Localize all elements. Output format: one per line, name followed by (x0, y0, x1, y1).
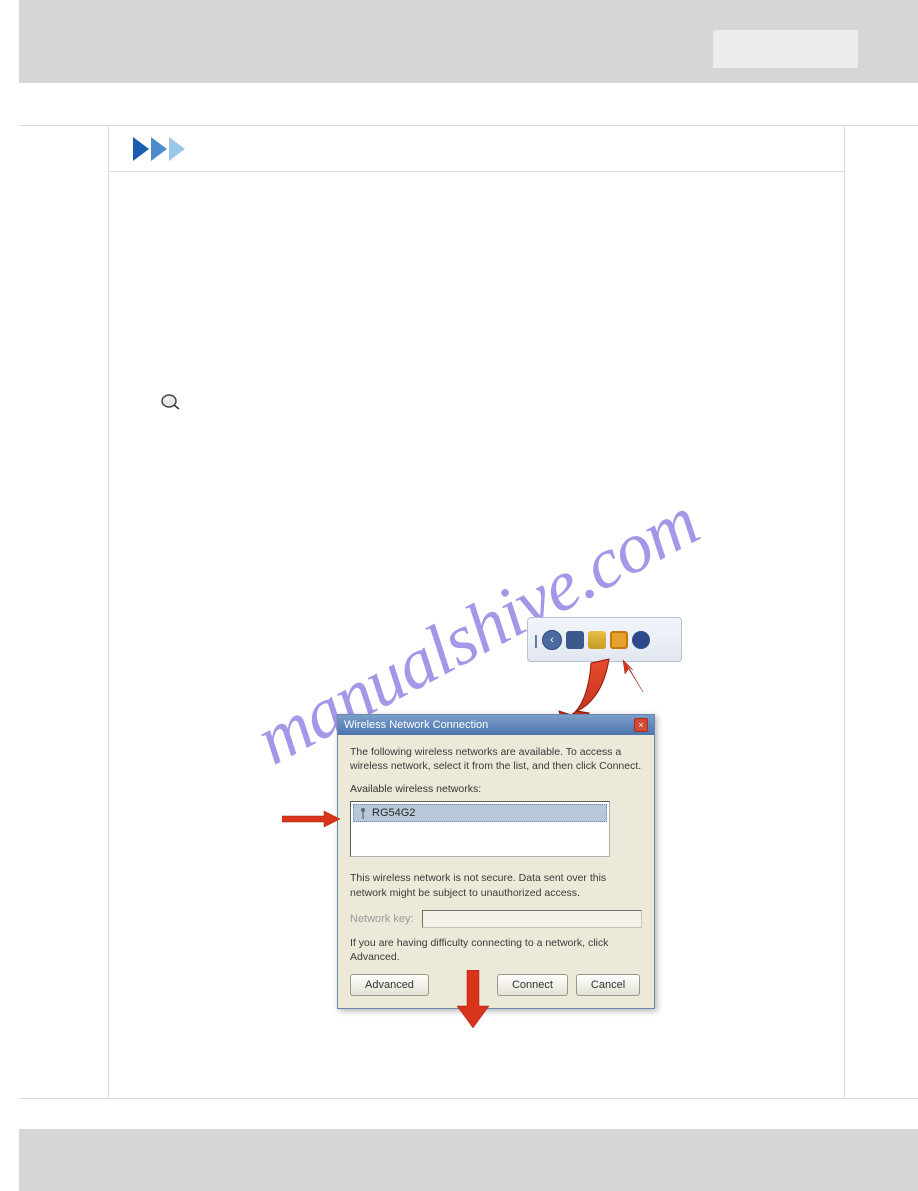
wireless-dialog: Wireless Network Connection × The follow… (337, 714, 655, 1009)
tray-back-icon: ‹ (542, 630, 562, 650)
tray-divider-icon: | (534, 632, 538, 648)
dialog-intro-text: The following wireless networks are avai… (350, 745, 642, 773)
security-warning-text: This wireless network is not secure. Dat… (350, 871, 642, 899)
system-tray: | ‹ (527, 617, 682, 662)
network-list[interactable]: RG54G2 (350, 801, 610, 857)
dialog-body: The following wireless networks are avai… (338, 735, 654, 1008)
bottom-banner (19, 1129, 918, 1191)
network-key-input[interactable] (422, 910, 642, 928)
top-banner (19, 0, 918, 83)
advanced-button[interactable]: Advanced (350, 974, 429, 996)
trouble-text: If you are having difficulty connecting … (350, 936, 642, 964)
network-name: RG54G2 (372, 807, 415, 819)
antenna-icon (358, 807, 368, 819)
pointer-arrow-icon (619, 660, 649, 695)
search-slot (713, 30, 858, 68)
tray-shield-icon (610, 631, 628, 649)
dialog-title-text: Wireless Network Connection (344, 719, 488, 731)
tray-wireless-icon[interactable] (588, 631, 606, 649)
dialog-button-row: Advanced Connect Cancel (350, 974, 642, 996)
network-key-row: Network key: (350, 910, 642, 928)
available-networks-label: Available wireless networks: (350, 783, 642, 795)
section-header-arrows (109, 126, 844, 172)
play-arrow-icon (133, 137, 149, 161)
network-key-label: Network key: (350, 913, 414, 925)
play-arrow-icon (151, 137, 167, 161)
left-column (19, 126, 109, 1098)
play-arrow-icon (169, 137, 185, 161)
note-bullet-icon (161, 394, 181, 410)
content-column: manualshive.com | ‹ (109, 126, 845, 1098)
pointer-arrow-icon (282, 809, 342, 829)
connect-button[interactable]: Connect (497, 974, 568, 996)
content-area: manualshive.com | ‹ (109, 172, 844, 1098)
network-list-item[interactable]: RG54G2 (353, 804, 607, 822)
close-icon[interactable]: × (634, 718, 648, 732)
tray-app-icon (632, 631, 650, 649)
dialog-titlebar: Wireless Network Connection × (338, 715, 654, 735)
page-body: manualshive.com | ‹ (19, 125, 918, 1099)
cancel-button[interactable]: Cancel (576, 974, 640, 996)
tray-network-icon (566, 631, 584, 649)
right-column (845, 126, 918, 1098)
